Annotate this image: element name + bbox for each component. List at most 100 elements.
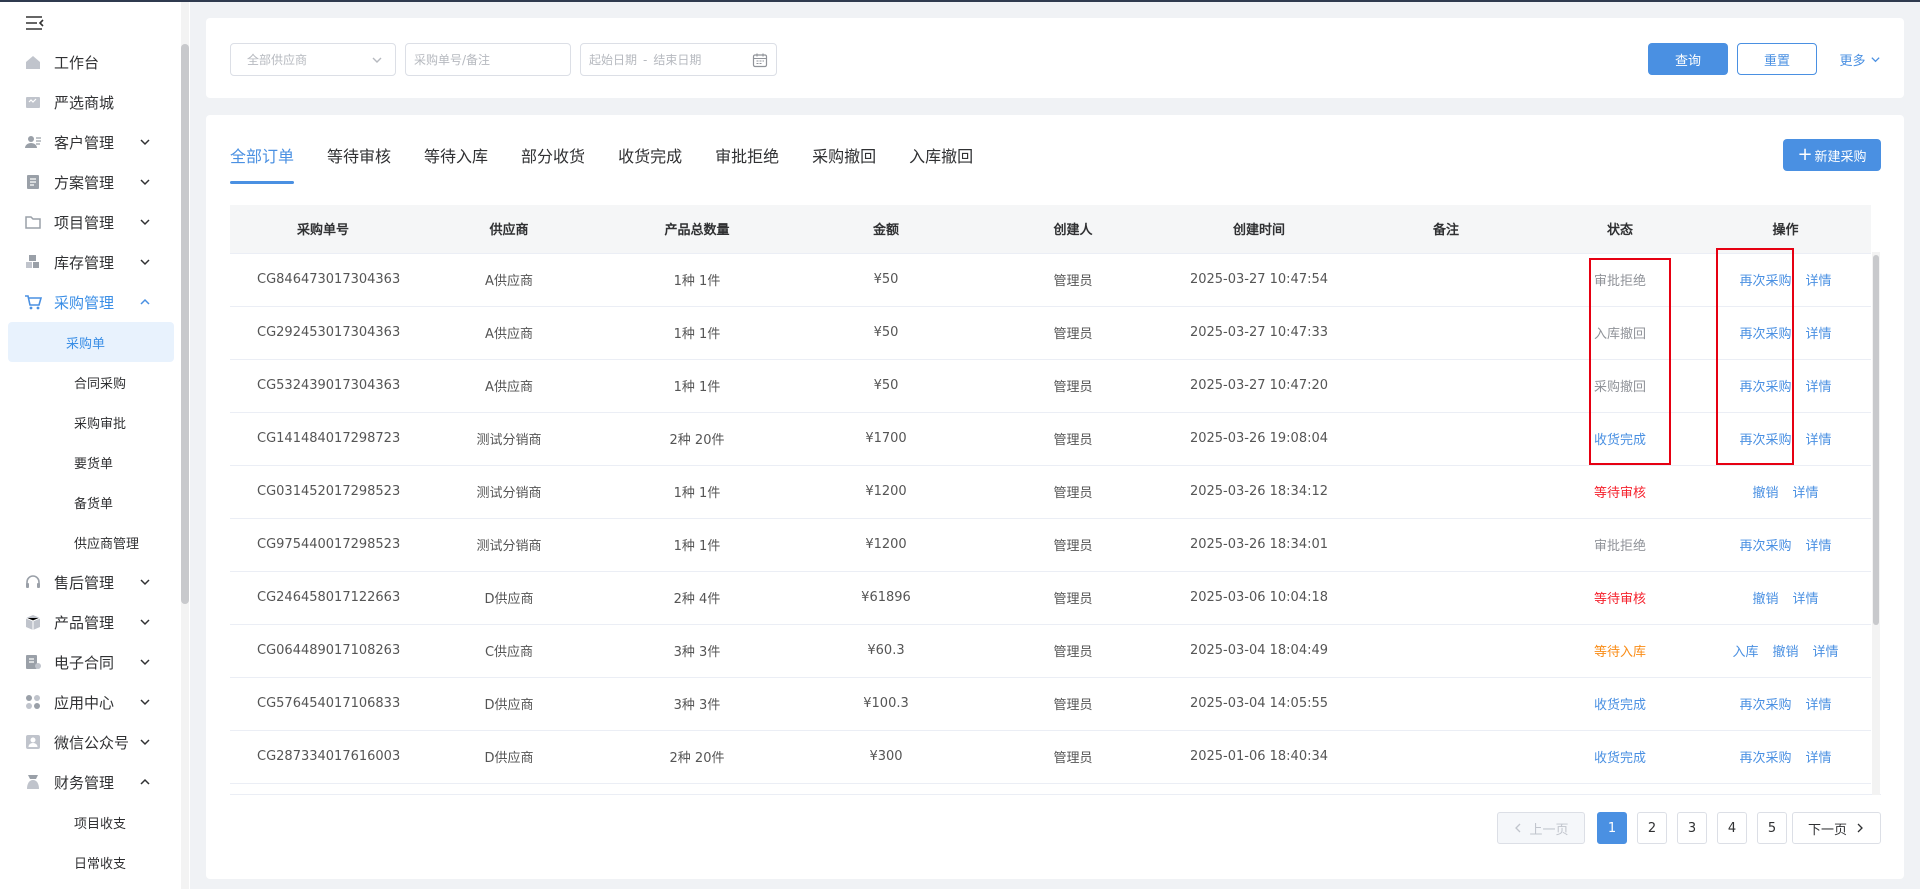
sidebar-item-7[interactable]: 售后管理 <box>0 562 182 602</box>
column-header: 创建时间 <box>1166 205 1352 254</box>
sidebar-item-2[interactable]: 客户管理 <box>0 122 182 162</box>
cell-time: 2025-03-26 18:34:12 <box>1166 465 1352 519</box>
sidebar-item-label: 工作台 <box>54 53 100 72</box>
cell-no: CG532439017304363 <box>230 359 416 413</box>
cell-note <box>1352 571 1540 625</box>
row-action-link[interactable]: 详情 <box>1806 327 1832 342</box>
row-action-link[interactable]: 详情 <box>1806 274 1832 289</box>
cell-note <box>1352 730 1540 784</box>
cell-supplier: D供应商 <box>416 730 602 784</box>
cell-amount: ¥61896 <box>792 571 980 625</box>
cell-creator: 管理员 <box>980 306 1166 360</box>
row-action-link[interactable]: 撤销 <box>1752 592 1778 607</box>
menu-collapse-icon[interactable] <box>24 14 46 32</box>
next-page-button[interactable]: 下一页 <box>1792 812 1881 844</box>
page-number-button[interactable]: 3 <box>1677 812 1707 844</box>
sidebar-item-12[interactable]: 财务管理 <box>0 762 182 802</box>
page-number-button[interactable]: 5 <box>1757 812 1787 844</box>
row-action-link[interactable]: 详情 <box>1793 486 1819 501</box>
row-action-link[interactable]: 再次采购 <box>1739 751 1791 766</box>
date-range-picker[interactable]: 起始日期 - 结束日期 <box>580 43 777 76</box>
start-date-placeholder[interactable]: 起始日期 <box>589 51 637 68</box>
cell-supplier: 测试分销商 <box>416 412 602 466</box>
sidebar-item-9[interactable]: 电子合同 <box>0 642 182 682</box>
row-action-link[interactable]: 入库 <box>1732 645 1758 660</box>
sidebar-subitem-purchase-1[interactable]: 合同采购 <box>8 362 174 402</box>
filter-bar: 全部供应商 采购单号/备注 起始日期 - 结束日期 查询 重置 更多 <box>206 18 1904 98</box>
row-action-link[interactable]: 再次采购 <box>1739 539 1791 554</box>
row-action-link[interactable]: 详情 <box>1806 751 1832 766</box>
status-badge: 收货完成 <box>1540 677 1700 731</box>
new-purchase-button[interactable]: + 新建采购 <box>1783 139 1881 171</box>
sidebar-item-3[interactable]: 方案管理 <box>0 162 182 202</box>
cell-time: 2025-01-06 18:40:34 <box>1166 730 1352 784</box>
prev-page-button[interactable]: 上一页 <box>1497 812 1585 844</box>
sidebar-subitem-purchase-4[interactable]: 备货单 <box>8 482 174 522</box>
chevron-down-icon <box>140 659 150 666</box>
table-scrollbar[interactable] <box>1873 255 1879 625</box>
cell-creator: 管理员 <box>980 730 1166 784</box>
sidebar-item-1[interactable]: 严选商城 <box>0 82 182 122</box>
row-action-link[interactable]: 详情 <box>1806 698 1832 713</box>
row-action-link[interactable]: 详情 <box>1813 645 1839 660</box>
page-number-button[interactable]: 1 <box>1597 812 1627 844</box>
cell-no: CG846473017304363 <box>230 253 416 307</box>
sidebar-item-4[interactable]: 项目管理 <box>0 202 182 242</box>
query-button[interactable]: 查询 <box>1648 43 1728 75</box>
calendar-icon[interactable] <box>752 52 768 68</box>
cell-supplier: A供应商 <box>416 359 602 413</box>
sidebar-item-label: 电子合同 <box>54 653 115 672</box>
sidebar-subitem-finance-1[interactable]: 日常收支 <box>8 842 174 882</box>
sidebar-item-label: 项目管理 <box>54 213 115 232</box>
supplier-select[interactable]: 全部供应商 <box>230 43 396 76</box>
chevron-down-icon <box>140 739 150 746</box>
cell-note <box>1352 253 1540 307</box>
row-action-link[interactable]: 详情 <box>1793 592 1819 607</box>
status-badge: 收货完成 <box>1540 730 1700 784</box>
row-action-link[interactable]: 撤销 <box>1752 486 1778 501</box>
cell-amount: ¥100.3 <box>792 677 980 731</box>
tab-0[interactable]: 全部订单 <box>230 143 295 184</box>
tab-7[interactable]: 入库撤回 <box>909 143 973 177</box>
cell-note <box>1352 465 1540 519</box>
sidebar-scrollbar[interactable] <box>181 44 189 604</box>
sidebar-item-0[interactable]: 工作台 <box>0 42 182 82</box>
row-action-link[interactable]: 撤销 <box>1772 645 1798 660</box>
cart-icon <box>24 293 42 311</box>
sidebar-subitem-purchase-0[interactable]: 采购单 <box>8 322 174 362</box>
tab-5[interactable]: 审批拒绝 <box>715 143 779 177</box>
reset-button[interactable]: 重置 <box>1737 43 1817 75</box>
sidebar-subitem-finance-0[interactable]: 项目收支 <box>8 802 174 842</box>
cell-time: 2025-03-27 10:47:54 <box>1166 253 1352 307</box>
row-action-link[interactable]: 详情 <box>1806 380 1832 395</box>
tab-3[interactable]: 部分收货 <box>521 143 585 177</box>
column-header: 产品总数量 <box>602 205 792 254</box>
sidebar-item-label: 客户管理 <box>54 133 115 152</box>
orders-panel: 全部订单 等待审核 等待入库 部分收货 收货完成 审批拒绝 采购撤回 入库撤回 + 新建采购 … <box>206 115 1904 879</box>
sidebar-item-label: 产品管理 <box>54 613 115 632</box>
sidebar-item-10[interactable]: 应用中心 <box>0 682 182 722</box>
sidebar-subitem-purchase-5[interactable]: 供应商管理 <box>8 522 174 562</box>
sidebar-subitem-purchase-2[interactable]: 采购审批 <box>8 402 174 442</box>
cell-no: CG031452017298523 <box>230 465 416 519</box>
row-action-link[interactable]: 再次采购 <box>1739 698 1791 713</box>
page-number-button[interactable]: 2 <box>1637 812 1667 844</box>
more-filters-button[interactable]: 更多 <box>1834 43 1886 75</box>
sidebar-item-8[interactable]: 产品管理 <box>0 602 182 642</box>
tab-6[interactable]: 采购撤回 <box>812 143 876 177</box>
tab-1[interactable]: 等待审核 <box>327 143 391 177</box>
search-input[interactable]: 采购单号/备注 <box>405 43 571 76</box>
sidebar-subitem-purchase-3[interactable]: 要货单 <box>8 442 174 482</box>
row-action-link[interactable]: 详情 <box>1806 433 1832 448</box>
sidebar-item-6[interactable]: 采购管理 <box>0 282 182 322</box>
status-badge: 审批拒绝 <box>1540 518 1700 572</box>
sidebar-item-11[interactable]: 微信公众号 <box>0 722 182 762</box>
cell-qty: 1种 1件 <box>602 465 792 519</box>
row-action-link[interactable]: 详情 <box>1806 539 1832 554</box>
end-date-placeholder[interactable]: 结束日期 <box>653 51 701 68</box>
sidebar-item-5[interactable]: 库存管理 <box>0 242 182 282</box>
cell-supplier: 测试分销商 <box>416 518 602 572</box>
tab-4[interactable]: 收货完成 <box>618 143 682 177</box>
tab-2[interactable]: 等待入库 <box>424 143 488 177</box>
page-number-button[interactable]: 4 <box>1717 812 1747 844</box>
